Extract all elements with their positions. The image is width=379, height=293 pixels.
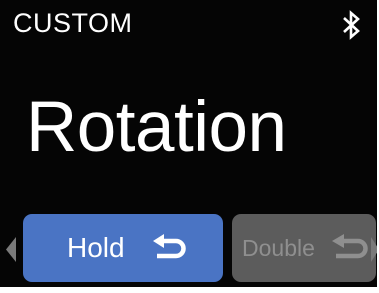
arrow-left-icon[interactable] xyxy=(6,237,16,262)
double-button-label: Double xyxy=(242,235,315,261)
hold-button-label: Hold xyxy=(67,232,125,263)
return-arrow-icon xyxy=(332,234,368,259)
mode-label: CUSTOM xyxy=(13,8,133,38)
page-title: Rotation xyxy=(26,88,287,167)
return-arrow-icon xyxy=(153,234,186,259)
double-button[interactable]: Double xyxy=(232,214,376,282)
device-screen: CUSTOM Rotation Hold Double xyxy=(0,0,377,287)
arrow-right-icon[interactable] xyxy=(371,237,377,262)
hold-button[interactable]: Hold xyxy=(23,214,223,282)
bluetooth-icon xyxy=(343,10,360,40)
